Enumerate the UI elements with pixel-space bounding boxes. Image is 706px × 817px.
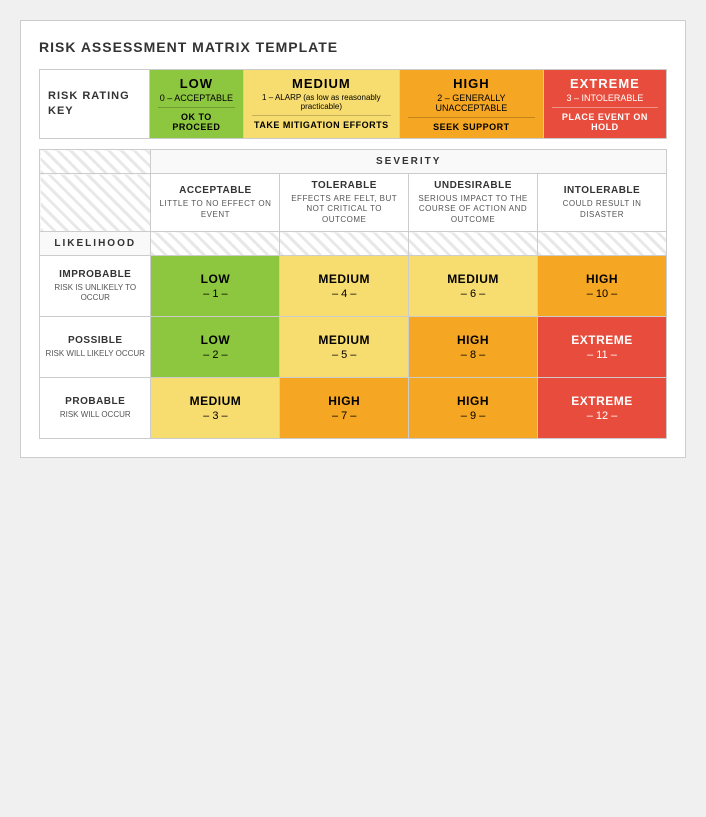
likelihood-header: LIKELIHOOD [40, 232, 151, 256]
key-low-name: LOW [158, 76, 235, 91]
key-col-high: HIGH 2 – GENERALLY UNACCEPTABLE SEEK SUP… [399, 70, 543, 139]
cell-possible-undesirable: HIGH – 8 – [409, 317, 538, 378]
hatch-likelihood-4 [538, 232, 667, 256]
possible-desc: RISK WILL LIKELY OCCUR [44, 349, 146, 359]
severity-col-undesirable-name: UNDESIRABLE [434, 180, 512, 191]
cell-probable-acceptable: MEDIUM – 3 – [151, 378, 280, 439]
cell-possible-intolerable: EXTREME – 11 – [538, 317, 667, 378]
cell-improbable-intolerable-number: – 10 – [546, 288, 658, 300]
cell-probable-tolerable-number: – 7 – [288, 410, 400, 422]
cell-improbable-acceptable-number: – 1 – [159, 288, 271, 300]
probable-desc: RISK WILL OCCUR [44, 410, 146, 420]
severity-col-undesirable-desc: SERIOUS IMPACT TO THE COURSE OF ACTION A… [413, 194, 533, 225]
key-medium-action: TAKE MITIGATION EFFORTS [252, 120, 391, 130]
likelihood-improbable-label: IMPROBABLE RISK IS UNLIKELY TO OCCUR [40, 256, 151, 317]
cell-improbable-acceptable: LOW – 1 – [151, 256, 280, 317]
hatch-cell-2 [40, 174, 151, 232]
cell-probable-intolerable: EXTREME – 12 – [538, 378, 667, 439]
cell-probable-acceptable-number: – 3 – [159, 410, 271, 422]
cell-improbable-undesirable: MEDIUM – 6 – [409, 256, 538, 317]
cell-possible-acceptable: LOW – 2 – [151, 317, 280, 378]
severity-col-intolerable-desc: COULD RESULT IN DISASTER [542, 199, 662, 220]
main-container: RISK ASSESSMENT MATRIX TEMPLATE RISK RAT… [20, 20, 686, 458]
cell-probable-undesirable-rating: HIGH [417, 394, 529, 408]
cell-possible-undesirable-number: – 8 – [417, 349, 529, 361]
hatch-likelihood-3 [409, 232, 538, 256]
key-label: RISK RATING KEY [48, 90, 130, 117]
cell-possible-tolerable-rating: MEDIUM [288, 333, 400, 347]
row-probable: PROBABLE RISK WILL OCCUR MEDIUM – 3 – HI… [40, 378, 667, 439]
key-medium-rating: 1 – ALARP (as low as reasonably practica… [252, 93, 391, 111]
likelihood-possible-label: POSSIBLE RISK WILL LIKELY OCCUR [40, 317, 151, 378]
row-possible: POSSIBLE RISK WILL LIKELY OCCUR LOW – 2 … [40, 317, 667, 378]
cell-possible-undesirable-rating: HIGH [417, 333, 529, 347]
cell-possible-intolerable-rating: EXTREME [546, 333, 658, 347]
cell-possible-tolerable-number: – 5 – [288, 349, 400, 361]
cell-improbable-undesirable-rating: MEDIUM [417, 272, 529, 286]
improbable-desc: RISK IS UNLIKELY TO OCCUR [44, 283, 146, 304]
cell-improbable-intolerable: HIGH – 10 – [538, 256, 667, 317]
cell-improbable-tolerable: MEDIUM – 4 – [280, 256, 409, 317]
cell-possible-tolerable: MEDIUM – 5 – [280, 317, 409, 378]
key-col-low: LOW 0 – ACCEPTABLE OK TO PROCEED [150, 70, 244, 139]
key-col-extreme: EXTREME 3 – INTOLERABLE PLACE EVENT ON H… [543, 70, 666, 139]
severity-col-tolerable-name: TOLERABLE [311, 180, 376, 191]
severity-col-acceptable-desc: LITTLE TO NO EFFECT ON EVENT [155, 199, 275, 220]
cell-probable-acceptable-rating: MEDIUM [159, 394, 271, 408]
cell-possible-acceptable-number: – 2 – [159, 349, 271, 361]
page-title: RISK ASSESSMENT MATRIX TEMPLATE [39, 39, 667, 55]
probable-name: PROBABLE [44, 396, 146, 407]
row-improbable: IMPROBABLE RISK IS UNLIKELY TO OCCUR LOW… [40, 256, 667, 317]
cell-improbable-tolerable-rating: MEDIUM [288, 272, 400, 286]
cell-possible-acceptable-rating: LOW [159, 333, 271, 347]
cell-improbable-undesirable-number: – 6 – [417, 288, 529, 300]
severity-col-intolerable: INTOLERABLE COULD RESULT IN DISASTER [538, 174, 667, 232]
key-col-medium: MEDIUM 1 – ALARP (as low as reasonably p… [243, 70, 399, 139]
severity-col-intolerable-name: INTOLERABLE [564, 185, 640, 196]
cell-probable-undesirable-number: – 9 – [417, 410, 529, 422]
cell-improbable-intolerable-rating: HIGH [546, 272, 658, 286]
hatch-corner [40, 150, 151, 174]
hatch-likelihood-1 [151, 232, 280, 256]
cell-possible-intolerable-number: – 11 – [546, 349, 658, 361]
severity-col-acceptable: ACCEPTABLE LITTLE TO NO EFFECT ON EVENT [151, 174, 280, 232]
key-extreme-rating: 3 – INTOLERABLE [552, 93, 658, 103]
possible-name: POSSIBLE [44, 335, 146, 346]
hatch-likelihood-2 [280, 232, 409, 256]
key-high-name: HIGH [408, 76, 535, 91]
cell-probable-intolerable-rating: EXTREME [546, 394, 658, 408]
improbable-name: IMPROBABLE [44, 269, 146, 280]
cell-probable-tolerable: HIGH – 7 – [280, 378, 409, 439]
cell-probable-tolerable-rating: HIGH [288, 394, 400, 408]
likelihood-probable-label: PROBABLE RISK WILL OCCUR [40, 378, 151, 439]
risk-rating-key-table: RISK RATING KEY LOW 0 – ACCEPTABLE OK TO… [39, 69, 667, 139]
severity-col-acceptable-name: ACCEPTABLE [179, 185, 252, 196]
cell-probable-undesirable: HIGH – 9 – [409, 378, 538, 439]
severity-col-tolerable-desc: EFFECTS ARE FELT, BUT NOT CRITICAL TO OU… [284, 194, 404, 225]
severity-col-undesirable: UNDESIRABLE SERIOUS IMPACT TO THE COURSE… [409, 174, 538, 232]
cell-improbable-tolerable-number: – 4 – [288, 288, 400, 300]
key-high-action: SEEK SUPPORT [408, 122, 535, 132]
matrix-table: SEVERITY ACCEPTABLE LITTLE TO NO EFFECT … [39, 149, 667, 439]
key-extreme-name: EXTREME [552, 76, 658, 91]
key-label-cell: RISK RATING KEY [40, 70, 150, 139]
severity-header: SEVERITY [151, 150, 667, 174]
severity-col-tolerable: TOLERABLE EFFECTS ARE FELT, BUT NOT CRIT… [280, 174, 409, 232]
key-high-rating: 2 – GENERALLY UNACCEPTABLE [408, 93, 535, 113]
key-low-action: OK TO PROCEED [158, 112, 235, 132]
key-medium-name: MEDIUM [252, 76, 391, 91]
key-low-rating: 0 – ACCEPTABLE [158, 93, 235, 103]
cell-probable-intolerable-number: – 12 – [546, 410, 658, 422]
key-extreme-action: PLACE EVENT ON HOLD [552, 112, 658, 132]
cell-improbable-acceptable-rating: LOW [159, 272, 271, 286]
